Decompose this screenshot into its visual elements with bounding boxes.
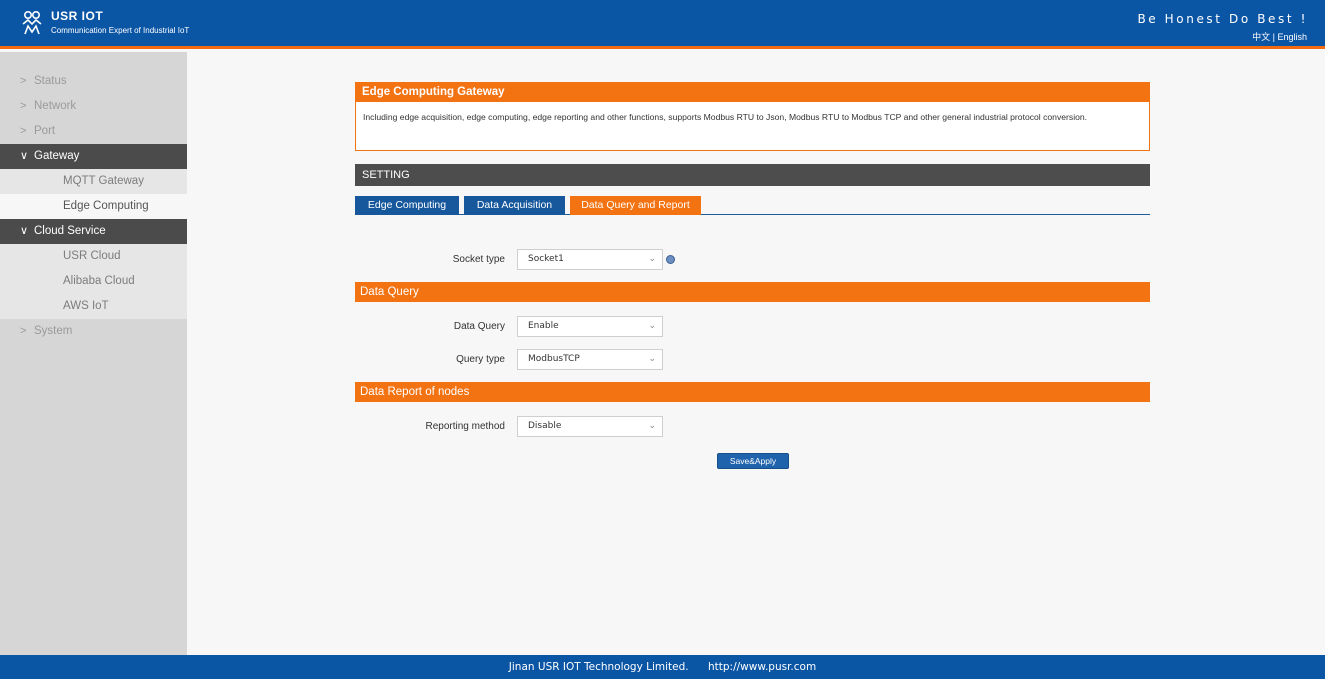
data-report-section-title: Data Report of nodes [355, 382, 1150, 402]
chevron-right-icon: > [20, 75, 27, 87]
panel-description: Including edge acquisition, edge computi… [355, 102, 1150, 151]
chevron-right-icon: > [20, 325, 27, 337]
chevron-right-icon: > [20, 125, 27, 137]
reporting-method-value: Disable [528, 421, 562, 431]
sidebar-item-edge-computing[interactable]: Edge Computing [0, 194, 187, 219]
logo[interactable]: USR IOT Communication Expert of Industri… [21, 10, 189, 37]
slogan: Be Honest Do Best ! [1137, 12, 1308, 26]
chevron-right-icon: > [20, 100, 27, 112]
tab-edge-computing[interactable]: Edge Computing [355, 196, 459, 215]
sidebar-item-label: System [34, 325, 73, 337]
sidebar-item-aws-iot[interactable]: AWS IoT [0, 294, 187, 319]
language-switch: 中文 | English [1252, 30, 1307, 43]
chevron-down-icon: ∨ [20, 150, 29, 162]
sidebar-item-label: Network [34, 100, 77, 112]
sidebar: > Status > Network > Port ∨ Gateway MQTT… [0, 52, 187, 655]
tab-data-acquisition[interactable]: Data Acquisition [464, 196, 565, 215]
data-query-section-title: Data Query [355, 282, 1150, 302]
setting-title: SETTING [355, 164, 1150, 186]
data-query-label: Data Query [453, 321, 505, 332]
socket-type-select[interactable]: Socket1 ⌄ [517, 249, 663, 270]
sidebar-item-usr-cloud[interactable]: USR Cloud [0, 244, 187, 269]
tab-bar: Edge Computing Data Acquisition Data Que… [355, 196, 1150, 215]
sidebar-item-mqtt-gateway[interactable]: MQTT Gateway [0, 169, 187, 194]
sidebar-item-label: Status [34, 75, 67, 87]
brand-name: USR IOT [51, 9, 104, 23]
query-type-value: ModbusTCP [528, 354, 580, 364]
sidebar-item-label: Cloud Service [34, 225, 106, 237]
data-query-value: Enable [528, 321, 559, 331]
sidebar-item-port[interactable]: > Port [0, 119, 187, 144]
sidebar-item-cloud-service[interactable]: ∨ Cloud Service [0, 219, 187, 244]
sidebar-item-gateway[interactable]: ∨ Gateway [0, 144, 187, 169]
footer: Jinan USR IOT Technology Limited. http:/… [0, 655, 1325, 679]
save-apply-button[interactable]: Save&Apply [717, 453, 789, 469]
socket-type-value: Socket1 [528, 254, 564, 264]
query-type-label: Query type [456, 354, 505, 365]
main-content: Edge Computing Gateway Including edge ac… [355, 82, 1150, 215]
sidebar-item-network[interactable]: > Network [0, 94, 187, 119]
chevron-down-icon: ⌄ [648, 321, 656, 331]
panel-title: Edge Computing Gateway [355, 82, 1150, 102]
chevron-down-icon: ⌄ [648, 421, 656, 431]
data-query-select[interactable]: Enable ⌄ [517, 316, 663, 337]
sidebar-item-status[interactable]: > Status [0, 69, 187, 94]
lang-chinese-link[interactable]: 中文 [1252, 32, 1270, 42]
sidebar-item-label: Gateway [34, 150, 80, 162]
help-icon[interactable] [666, 255, 675, 264]
sidebar-item-system[interactable]: > System [0, 319, 187, 344]
chevron-down-icon: ∨ [20, 225, 29, 237]
chevron-down-icon: ⌄ [648, 254, 656, 264]
tab-data-query-and-report[interactable]: Data Query and Report [570, 196, 701, 215]
top-header: USR IOT Communication Expert of Industri… [0, 0, 1325, 49]
sidebar-item-label: Port [34, 125, 56, 137]
reporting-method-select[interactable]: Disable ⌄ [517, 416, 663, 437]
footer-company: Jinan USR IOT Technology Limited. [508, 661, 689, 673]
brand-tagline: Communication Expert of Industrial IoT [51, 26, 190, 35]
footer-url-link[interactable]: http://www.pusr.com [708, 661, 816, 673]
socket-type-label: Socket type [452, 254, 505, 265]
sidebar-item-alibaba-cloud[interactable]: Alibaba Cloud [0, 269, 187, 294]
query-type-select[interactable]: ModbusTCP ⌄ [517, 349, 663, 370]
lang-separator: | [1272, 32, 1275, 42]
reporting-method-label: Reporting method [425, 421, 506, 432]
chevron-down-icon: ⌄ [648, 354, 656, 364]
usr-logo-icon [22, 10, 42, 35]
lang-english-link[interactable]: English [1277, 32, 1307, 42]
